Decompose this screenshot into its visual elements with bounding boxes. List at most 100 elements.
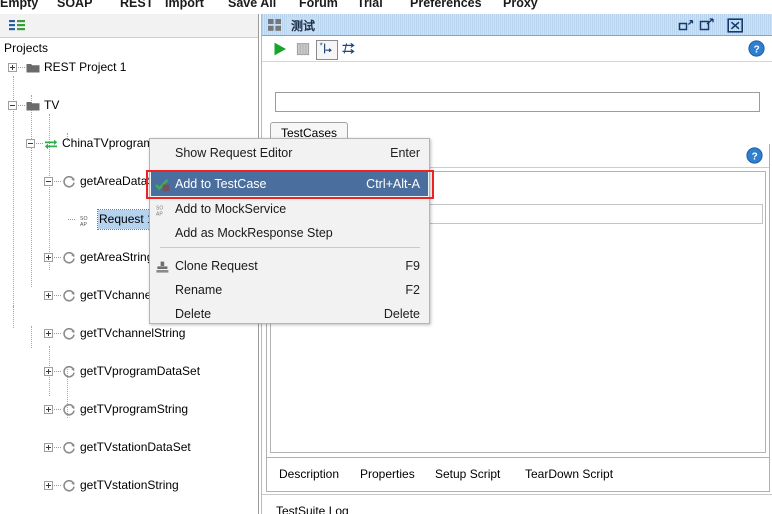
tab-setup-script[interactable]: Setup Script — [435, 467, 500, 481]
operation-icon — [62, 289, 76, 303]
window-title-text: 测试 — [288, 17, 319, 34]
tree-item-gettvstationstring[interactable]: getTVstationString — [0, 476, 258, 495]
menu-item-label: Delete — [175, 307, 212, 321]
main-toolbar: Empty SOAP REST Import Save All Forum Tr… — [0, 0, 772, 14]
folder-icon — [26, 99, 40, 113]
window-title-bar: 测试 — [262, 14, 772, 36]
sequential-icon[interactable]: * — [316, 40, 338, 60]
navigator-title: Projects — [4, 41, 49, 55]
menu-item-shortcut: F9 — [405, 259, 420, 273]
expander-icon[interactable] — [44, 481, 53, 490]
expander-icon[interactable] — [44, 177, 53, 186]
tree-item-gettvprogramstring[interactable]: getTVprogramString — [0, 400, 258, 419]
tree-item-label: getTVstationString — [80, 478, 179, 492]
toolbar-item-import[interactable]: Import — [165, 0, 204, 10]
stop-icon[interactable] — [294, 40, 312, 58]
svg-text:AP: AP — [156, 211, 163, 217]
toolbar-item-rest[interactable]: REST — [120, 0, 153, 10]
clone-icon — [155, 259, 170, 274]
toolbar-item-save-all[interactable]: Save All — [228, 0, 276, 10]
tree-item-gettvstationdataset[interactable]: getTVstationDataSet — [0, 438, 258, 457]
tree-item-label: getTVprogramString — [80, 402, 189, 416]
expander-icon[interactable] — [44, 443, 53, 452]
operation-icon — [62, 479, 76, 493]
menu-item-shortcut: F2 — [405, 283, 420, 297]
operation-icon — [62, 403, 76, 417]
tree-item-gettvprogramdataset[interactable]: getTVprogramDataSet — [0, 362, 258, 381]
tree-item-rest-project-1[interactable]: REST Project 1 — [0, 58, 258, 77]
restore-icon[interactable] — [678, 18, 694, 32]
svg-text:*: * — [320, 42, 323, 51]
svg-text:?: ? — [752, 151, 758, 162]
tree-item-label: Request 1 — [97, 209, 157, 230]
tab-properties[interactable]: Properties — [360, 467, 415, 481]
expander-icon[interactable] — [8, 101, 17, 110]
operation-icon — [62, 441, 76, 455]
testsuite-log-bar: TestSuite Log — [262, 494, 772, 514]
toolbar-item-forum[interactable]: Forum — [299, 0, 338, 10]
menu-item-label: Add to MockService — [175, 202, 287, 216]
toolbar-item-preferences[interactable]: Preferences — [410, 0, 482, 10]
menu-item-rename[interactable]: Rename F2 — [151, 278, 428, 302]
toolbar-item-soap[interactable]: SOAP — [57, 0, 92, 10]
service-arrows-icon — [44, 137, 58, 151]
tab-teardown-script[interactable]: TearDown Script — [525, 467, 613, 481]
list-lines-icon[interactable] — [9, 20, 25, 32]
request-context-menu: Show Request Editor Enter Add to TestCas… — [149, 138, 430, 324]
soap-request-icon: SO AP — [80, 214, 94, 228]
folder-icon — [26, 61, 40, 75]
tree-item-label: getTVprogramDataSet — [80, 364, 201, 378]
testsuite-name-field[interactable] — [275, 92, 760, 112]
tree-item-label: getAreaString — [80, 250, 154, 264]
menu-item-label: Add as MockResponse Step — [175, 226, 333, 240]
expander-icon[interactable] — [44, 253, 53, 262]
menu-item-label: Rename — [175, 283, 223, 297]
tree-item-label: getTVchannelString — [80, 326, 186, 340]
expander-icon[interactable] — [44, 291, 53, 300]
expander-icon[interactable] — [44, 329, 53, 338]
svg-text:?: ? — [754, 44, 760, 55]
operation-icon — [62, 251, 76, 265]
menu-item-add-as-mockresponse-step[interactable]: Add as MockResponse Step — [151, 221, 428, 245]
expander-icon[interactable] — [8, 63, 17, 72]
menu-item-clone-request[interactable]: Clone Request F9 — [151, 254, 428, 278]
operation-icon — [62, 175, 76, 189]
maximize-icon[interactable] — [699, 18, 715, 32]
menu-item-label: Show Request Editor — [175, 146, 293, 160]
tree-item-label: TV — [44, 98, 60, 112]
add-testcase-icon — [155, 177, 170, 192]
testsuite-bottom-tabs: Description Properties Setup Script Tear… — [266, 458, 770, 492]
testsuite-log-label[interactable]: TestSuite Log — [276, 504, 349, 514]
menu-item-add-to-testcase[interactable]: Add to TestCase Ctrl+Alt-A — [151, 172, 428, 196]
run-play-icon[interactable] — [271, 40, 289, 58]
expander-icon[interactable] — [44, 405, 53, 414]
menu-item-shortcut: Delete — [383, 307, 420, 321]
testsuite-toolbar: * ? — [262, 36, 772, 62]
soapui-window: Empty SOAP REST Import Save All Forum Tr… — [0, 0, 772, 514]
tree-item-label: getTVstationDataSet — [80, 440, 191, 454]
tree-item-tv[interactable]: TV — [0, 96, 258, 115]
mockservice-icon: SO AP — [155, 202, 170, 217]
menu-item-add-to-mockservice[interactable]: SO AP Add to MockService — [151, 197, 428, 221]
toolbar-item-empty[interactable]: Empty — [0, 0, 38, 10]
menu-item-label: Clone Request — [175, 259, 258, 273]
navigator-toolbar — [0, 14, 258, 38]
parallel-icon[interactable] — [340, 40, 358, 58]
toolbar-item-trial[interactable]: Trial — [357, 0, 383, 10]
tree-item-gettvchannelstring[interactable]: getTVchannelString — [0, 324, 258, 343]
menu-item-label: Add to TestCase — [175, 177, 267, 191]
menu-separator — [160, 247, 420, 248]
toolbar-item-proxy[interactable]: Proxy — [503, 0, 538, 10]
operation-icon — [62, 365, 76, 379]
help-icon[interactable]: ? — [748, 40, 765, 60]
help-icon[interactable]: ? — [746, 147, 763, 167]
menu-item-show-request-editor[interactable]: Show Request Editor Enter — [151, 141, 428, 165]
tree-item-label: REST Project 1 — [44, 60, 127, 74]
menu-item-shortcut: Enter — [390, 146, 420, 160]
expander-icon[interactable] — [26, 139, 35, 148]
close-icon[interactable] — [727, 18, 744, 33]
tab-description[interactable]: Description — [279, 467, 339, 481]
expander-icon[interactable] — [44, 367, 53, 376]
testsuite-icon — [268, 19, 282, 35]
menu-item-delete[interactable]: Delete Delete — [151, 302, 428, 326]
